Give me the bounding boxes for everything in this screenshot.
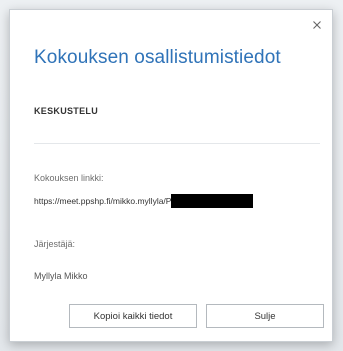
divider [34, 143, 320, 144]
meeting-link-row: https://meet.ppshp.fi/mikko.myllyla/P [34, 193, 254, 209]
close-dialog-button[interactable] [309, 17, 325, 33]
section-heading: KESKUSTELU [34, 106, 99, 116]
meeting-info-dialog: Kokouksen osallistumistiedot KESKUSTELU … [9, 9, 333, 342]
copy-all-button[interactable]: Kopioi kaikki tiedot [69, 304, 197, 328]
meeting-link-label: Kokouksen linkki: [34, 173, 104, 183]
meeting-link-value[interactable]: https://meet.ppshp.fi/mikko.myllyla/P [34, 196, 171, 206]
redaction-box [171, 194, 254, 208]
organizer-label: Järjestäjä: [34, 239, 76, 249]
dialog-title: Kokouksen osallistumistiedot [34, 47, 281, 68]
close-button[interactable]: Sulje [206, 304, 324, 328]
close-icon [313, 21, 321, 29]
organizer-name: Myllyla Mikko [34, 271, 88, 281]
